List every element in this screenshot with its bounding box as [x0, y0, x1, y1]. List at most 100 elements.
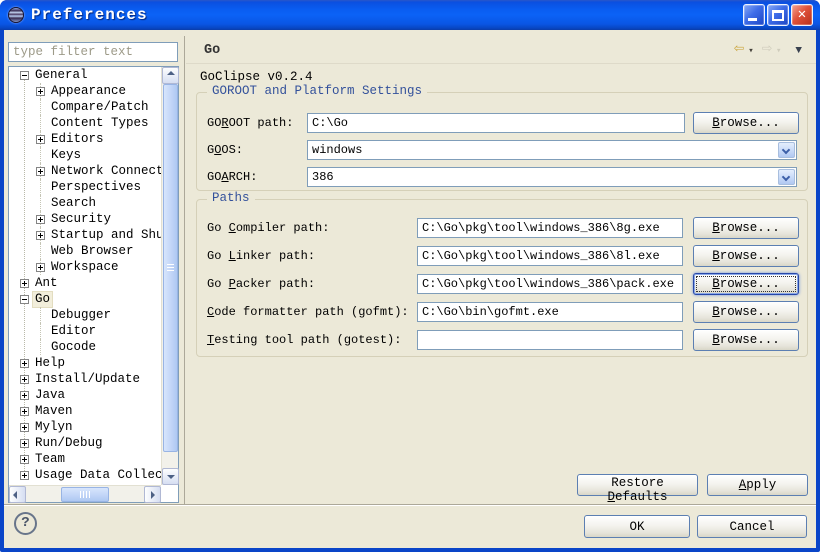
horizontal-scrollbar[interactable]: [9, 485, 161, 502]
horizontal-scroll-thumb[interactable]: [61, 487, 109, 502]
tree-expander-icon[interactable]: [36, 263, 45, 272]
tree-item[interactable]: Perspectives: [9, 179, 161, 195]
tree-item[interactable]: Content Types: [9, 115, 161, 131]
tree-expander-icon[interactable]: [20, 439, 29, 448]
tree-item[interactable]: Startup and Shu: [9, 227, 161, 243]
tree-item[interactable]: Editors: [9, 131, 161, 147]
browse-button[interactable]: Browse...: [693, 245, 799, 267]
tree-expander-icon[interactable]: [20, 391, 29, 400]
tree-item-label: Install/Update: [33, 372, 142, 387]
tree-item[interactable]: Help: [9, 355, 161, 371]
browse-button[interactable]: Browse...: [693, 301, 799, 323]
tree-expander-icon[interactable]: [36, 87, 45, 96]
tree-item[interactable]: Appearance: [9, 83, 161, 99]
tree-item[interactable]: Editor: [9, 323, 161, 339]
vertical-scrollbar[interactable]: [161, 67, 178, 485]
group-title: Paths: [207, 191, 255, 205]
tree-item[interactable]: Workspace: [9, 259, 161, 275]
sash-divider[interactable]: [184, 36, 185, 504]
scroll-left-button[interactable]: [9, 486, 26, 503]
scroll-up-icon: [167, 71, 175, 75]
thumb-grip-icon: [80, 491, 90, 498]
paths-group: Paths Go Compiler path:Browse...Go Linke…: [196, 199, 808, 357]
window-title: Preferences: [31, 6, 148, 24]
scroll-up-button[interactable]: [162, 67, 179, 84]
tree-item[interactable]: Team: [9, 451, 161, 467]
field-row: GOROOT path:Browse...: [197, 112, 807, 134]
tree-expander-icon[interactable]: [20, 455, 29, 464]
tree-item[interactable]: Usage Data Collect: [9, 467, 161, 483]
view-menu-icon[interactable]: ▼: [795, 45, 802, 57]
tree-item-label: Editors: [49, 132, 106, 147]
forward-arrow-icon[interactable]: ⇨: [762, 41, 772, 59]
tree-item-label: Editor: [49, 324, 98, 339]
scroll-down-button[interactable]: [162, 468, 179, 485]
path-input[interactable]: [417, 246, 683, 266]
path-input[interactable]: [417, 218, 683, 238]
combo-select[interactable]: 386: [307, 167, 797, 187]
chevron-down-icon[interactable]: [778, 169, 795, 185]
vertical-scroll-thumb[interactable]: [163, 84, 178, 452]
path-input[interactable]: [417, 274, 683, 294]
tree-expander-icon[interactable]: [20, 471, 29, 480]
browse-button[interactable]: Browse...: [693, 329, 799, 351]
path-input[interactable]: [417, 302, 683, 322]
back-dropdown-icon[interactable]: ▾: [748, 46, 753, 56]
tree-item[interactable]: Run/Debug: [9, 435, 161, 451]
tree-expander-icon[interactable]: [36, 215, 45, 224]
maximize-icon: [772, 10, 784, 21]
tree-item[interactable]: Debugger: [9, 307, 161, 323]
tree-item[interactable]: Mylyn: [9, 419, 161, 435]
tree-item[interactable]: Search: [9, 195, 161, 211]
tree-item[interactable]: Go: [9, 291, 161, 307]
scroll-right-button[interactable]: [144, 486, 161, 503]
browse-button[interactable]: Browse...: [693, 112, 799, 134]
tree-item-label: Security: [49, 212, 113, 227]
tree-item[interactable]: Keys: [9, 147, 161, 163]
tree-item-label: Java: [33, 388, 67, 403]
tree-expander-icon[interactable]: [20, 375, 29, 384]
tree-item[interactable]: Ant: [9, 275, 161, 291]
help-button[interactable]: ?: [14, 512, 37, 535]
minimize-icon: [748, 18, 757, 21]
combo-select[interactable]: windows: [307, 140, 797, 160]
cancel-button[interactable]: Cancel: [697, 515, 807, 538]
browse-button[interactable]: Browse...: [693, 217, 799, 239]
tree-expander-icon[interactable]: [36, 135, 45, 144]
minimize-button[interactable]: [743, 4, 765, 26]
chevron-down-icon[interactable]: [778, 142, 795, 158]
field-label: Go Compiler path:: [207, 221, 329, 235]
tree-item[interactable]: Compare/Patch: [9, 99, 161, 115]
field-row: Go Compiler path: Browse...: [197, 217, 807, 239]
tree-expander-icon[interactable]: [36, 231, 45, 240]
scroll-right-icon: [151, 491, 155, 499]
tree-expander-icon[interactable]: [20, 423, 29, 432]
tree-item[interactable]: Install/Update: [9, 371, 161, 387]
path-input[interactable]: [307, 113, 685, 133]
forward-dropdown-icon: ▾: [776, 46, 781, 56]
browse-button[interactable]: Browse...: [693, 273, 799, 295]
page-header: Go ⇦ ▾ ⇨ ▾ ▼: [186, 36, 816, 64]
back-arrow-icon[interactable]: ⇦: [734, 41, 744, 59]
tree-expander-icon[interactable]: [36, 167, 45, 176]
tree-expander-icon[interactable]: [20, 407, 29, 416]
ok-button[interactable]: OK: [584, 515, 690, 538]
tree-expander-icon[interactable]: [20, 359, 29, 368]
apply-button[interactable]: Apply: [707, 474, 808, 496]
maximize-button[interactable]: [767, 4, 789, 26]
tree-item[interactable]: Security: [9, 211, 161, 227]
tree-item[interactable]: General: [9, 67, 161, 83]
close-button[interactable]: ✕: [791, 4, 813, 26]
tree-expander-icon[interactable]: [20, 279, 29, 288]
tree-item[interactable]: Web Browser: [9, 243, 161, 259]
tree-item[interactable]: Network Connect: [9, 163, 161, 179]
restore-defaults-button[interactable]: Restore Defaults: [577, 474, 698, 496]
tree-expander-icon[interactable]: [20, 295, 29, 304]
titlebar[interactable]: Preferences ✕: [0, 0, 820, 30]
tree-item[interactable]: Maven: [9, 403, 161, 419]
filter-input[interactable]: [8, 42, 178, 62]
tree-item[interactable]: Gocode: [9, 339, 161, 355]
tree-expander-icon[interactable]: [20, 71, 29, 80]
tree-item[interactable]: Java: [9, 387, 161, 403]
path-input[interactable]: [417, 330, 683, 350]
